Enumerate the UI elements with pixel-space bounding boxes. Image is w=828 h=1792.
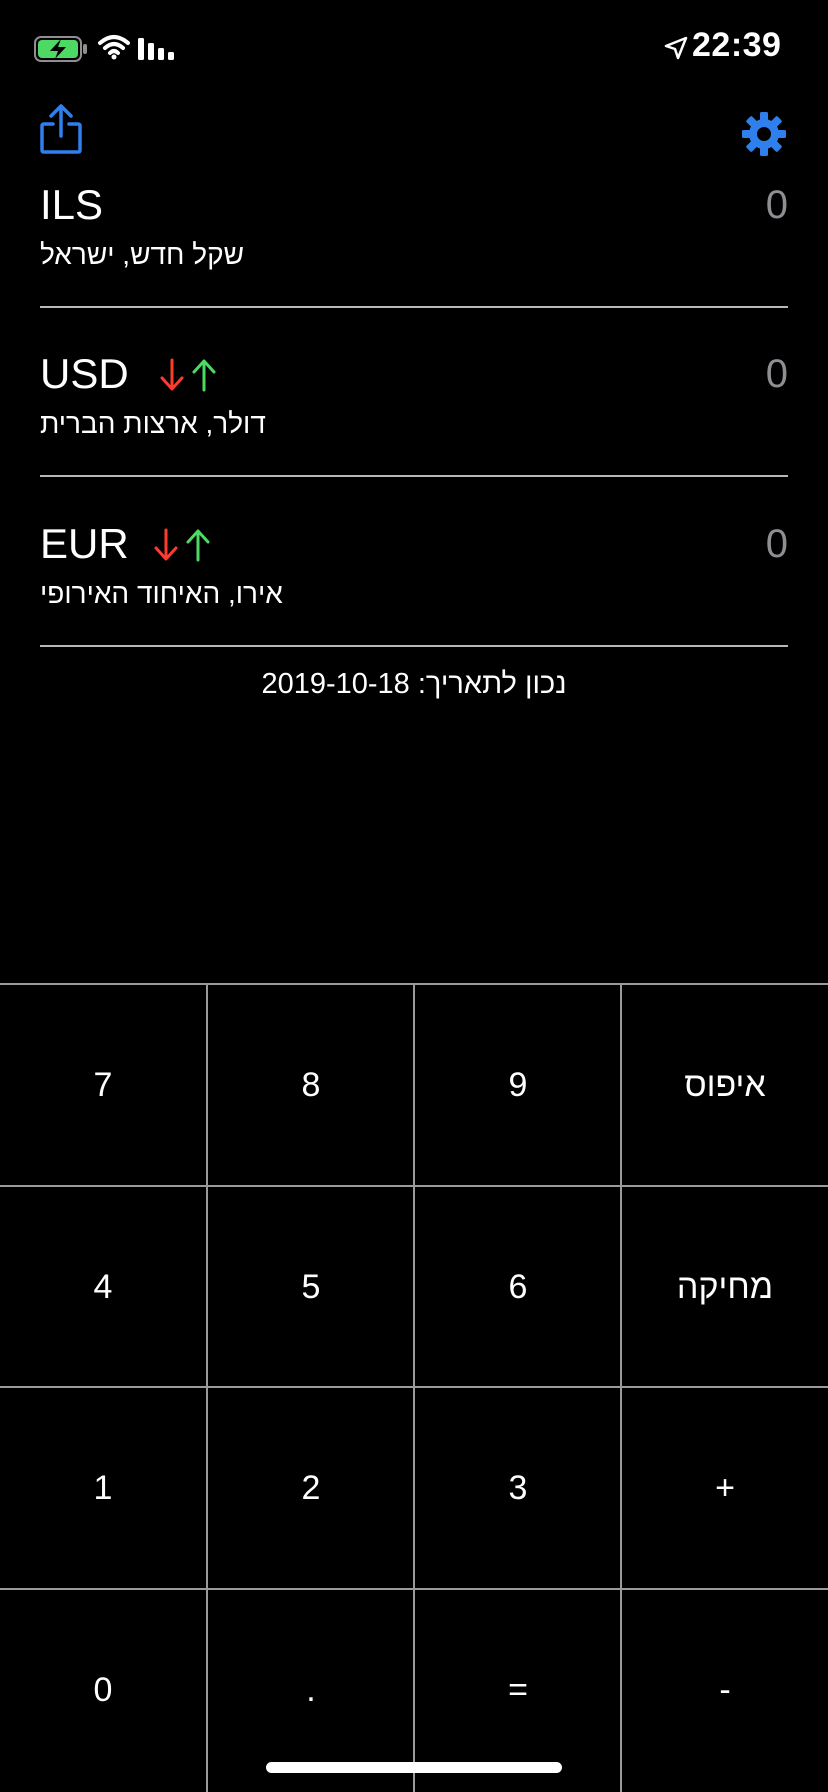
key-5[interactable]: 5: [208, 1187, 414, 1387]
rate-trend-arrows: [152, 527, 218, 568]
key-decimal[interactable]: .: [208, 1590, 414, 1790]
status-bar: 22:39: [0, 0, 828, 100]
currency-value: 0: [765, 183, 788, 227]
signal-icon: [138, 38, 178, 65]
currency-code: USD: [40, 350, 129, 397]
currency-value: 0: [765, 352, 788, 396]
currency-name: דולר, ארצות הברית: [40, 408, 266, 439]
currency-code: ILS: [40, 181, 104, 228]
arrow-up-icon: [192, 359, 216, 392]
battery-charging-icon: [34, 36, 88, 67]
home-indicator[interactable]: [266, 1762, 562, 1773]
rate-date-label: נכון לתאריך: 2019-10-18: [261, 668, 567, 700]
arrow-down-icon: [160, 358, 184, 391]
location-arrow-icon: [664, 36, 688, 65]
key-0[interactable]: 0: [0, 1590, 206, 1790]
key-3[interactable]: 3: [415, 1388, 621, 1588]
key-delete[interactable]: מחיקה: [622, 1187, 828, 1387]
key-minus[interactable]: -: [622, 1590, 828, 1790]
key-equals[interactable]: =: [415, 1590, 621, 1790]
rate-trend-arrows: [158, 357, 224, 398]
arrow-up-icon: [186, 529, 210, 562]
key-reset[interactable]: איפוס: [622, 985, 828, 1185]
status-time: 22:39: [692, 26, 782, 64]
currency-name: שקל חדש, ישראל: [40, 239, 245, 270]
wifi-icon: [98, 34, 130, 65]
currency-value: 0: [765, 522, 788, 566]
key-8[interactable]: 8: [208, 985, 414, 1185]
currency-row-eur[interactable]: EUR 0 אירו, האיחוד האירופי: [40, 475, 788, 647]
key-2[interactable]: 2: [208, 1388, 414, 1588]
key-6[interactable]: 6: [415, 1187, 621, 1387]
keypad: 7 8 9 איפוס 4 5 6 מחיקה 1 2 3 + 0 . = -: [0, 983, 828, 1792]
key-plus[interactable]: +: [622, 1388, 828, 1588]
currency-name: אירו, האיחוד האירופי: [40, 578, 283, 609]
key-7[interactable]: 7: [0, 985, 206, 1185]
arrow-down-icon: [154, 528, 178, 561]
currency-row-usd[interactable]: USD 0 דולר, ארצות הברית: [40, 305, 788, 477]
currency-row-ils[interactable]: ILS 0 שקל חדש, ישראל: [40, 136, 788, 308]
key-1[interactable]: 1: [0, 1388, 206, 1588]
key-9[interactable]: 9: [415, 985, 621, 1185]
currency-code: EUR: [40, 520, 129, 567]
key-4[interactable]: 4: [0, 1187, 206, 1387]
